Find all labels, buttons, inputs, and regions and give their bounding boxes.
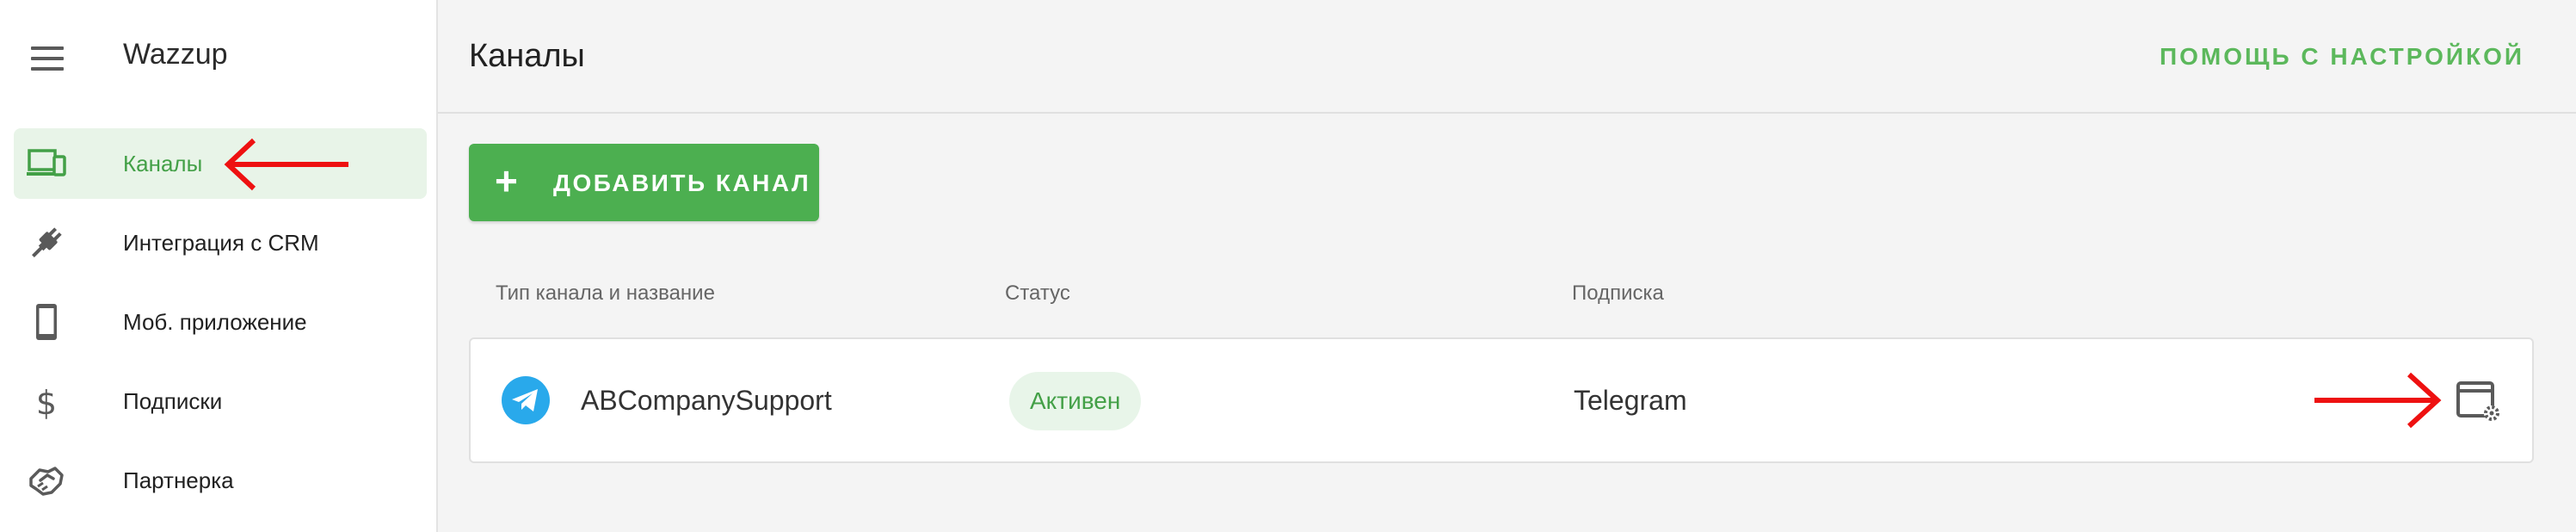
sidebar-item-label: Партнерка xyxy=(123,467,234,493)
column-header-subscription: Подписка xyxy=(1572,281,1664,305)
column-header-status: Статус xyxy=(1005,281,1070,305)
add-channel-label: ДОБАВИТЬ КАНАЛ xyxy=(553,170,811,196)
sidebar-item-label: Моб. приложение xyxy=(123,309,307,335)
topbar: Каналы ПОМОЩЬ С НАСТРОЙКОЙ xyxy=(438,0,2576,114)
table-row[interactable]: ABCompanySupport Активен Telegram xyxy=(469,337,2534,463)
channel-settings-icon[interactable] xyxy=(2456,380,2502,422)
sidebar: Wazzup Каналы Интеграция с CRM Моб. прил… xyxy=(0,0,438,532)
sidebar-item-partners[interactable]: Партнерка xyxy=(14,445,427,516)
menu-icon[interactable] xyxy=(31,46,64,71)
sidebar-item-mobile-app[interactable]: Моб. приложение xyxy=(14,287,427,357)
sidebar-item-label: Подписки xyxy=(123,388,223,414)
status-badge: Активен xyxy=(1009,372,1142,430)
dollar-icon: $ xyxy=(36,384,57,422)
svg-text:$: $ xyxy=(36,384,57,422)
smartphone-icon xyxy=(36,304,57,340)
handshake-icon xyxy=(29,467,64,496)
help-setup-link[interactable]: ПОМОЩЬ С НАСТРОЙКОЙ xyxy=(2160,43,2524,71)
telegram-icon xyxy=(502,376,550,424)
column-header-channel: Тип канала и название xyxy=(496,281,715,305)
plus-icon: + xyxy=(495,158,518,203)
sidebar-item-crm-integration[interactable]: Интеграция с CRM xyxy=(14,207,427,278)
annotation-arrow-left-icon xyxy=(224,138,348,191)
add-channel-button[interactable]: + ДОБАВИТЬ КАНАЛ xyxy=(469,144,819,221)
sidebar-item-label: Интеграция с CRM xyxy=(123,230,319,256)
app-title: Wazzup xyxy=(123,38,228,71)
devices-icon xyxy=(27,149,66,176)
channel-name: ABCompanySupport xyxy=(581,385,832,416)
plug-icon xyxy=(32,227,62,257)
sidebar-header: Wazzup xyxy=(0,0,438,114)
annotation-arrow-right-icon xyxy=(2314,372,2442,429)
sidebar-item-subscriptions[interactable]: $ Подписки xyxy=(14,366,427,436)
sidebar-item-label: Каналы xyxy=(123,151,203,176)
page-title: Каналы xyxy=(469,38,585,74)
subscription-value: Telegram xyxy=(1574,385,1687,416)
